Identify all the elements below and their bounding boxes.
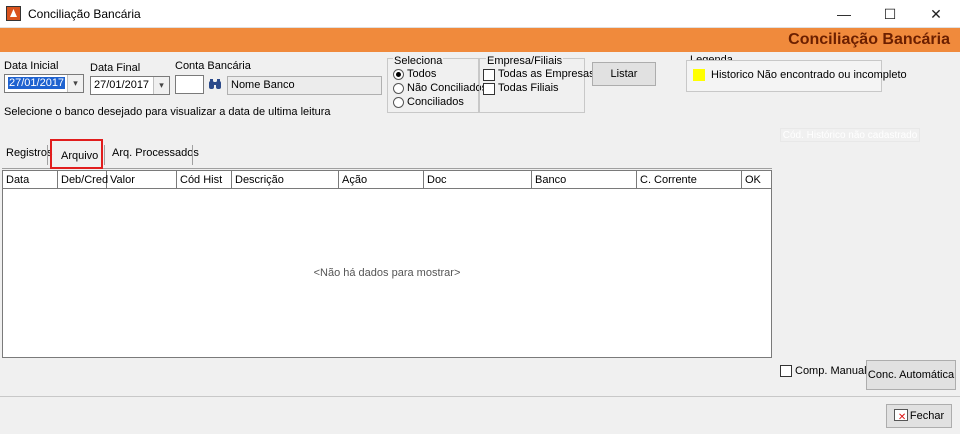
column-c-corrente[interactable]: C. Corrente: [637, 171, 742, 189]
exit-icon: [893, 407, 908, 429]
highlight-rectangle: [50, 139, 103, 169]
close-button[interactable]: ✕: [913, 0, 959, 28]
tabs-baseline: [2, 168, 772, 169]
conc-automatica-button[interactable]: Conc. Automática: [866, 360, 956, 390]
page-title: Conciliação Bancária: [788, 31, 950, 48]
data-final-value: 27/01/2017: [94, 79, 150, 91]
minimize-button[interactable]: —: [821, 0, 867, 28]
column-ok[interactable]: OK: [742, 171, 772, 189]
checkbox-todas-empresas-label: Todas as Empresas: [498, 68, 595, 80]
radio-conciliados[interactable]: [393, 97, 404, 108]
conta-bancaria-label: Conta Bancária: [175, 60, 251, 72]
radio-conciliados-label: Conciliados: [407, 96, 464, 108]
column-deb-cred[interactable]: Deb/Cred: [58, 171, 108, 189]
data-final-label: Data Final: [90, 62, 141, 74]
cod-historico-tab[interactable]: Cód. Histórico não cadastrado: [780, 128, 920, 142]
comp-manual-label: Comp. Manual: [795, 365, 867, 377]
tab-registros[interactable]: Registros: [6, 141, 52, 168]
tab-arq-processados[interactable]: Arq. Processados: [112, 141, 199, 168]
seleciona-title: Seleciona: [393, 55, 444, 67]
data-inicial-combo[interactable]: 27/01/2017 ▾: [4, 74, 84, 93]
fechar-button[interactable]: Fechar: [886, 404, 952, 429]
legenda-item: Historico Não encontrado ou incompleto: [711, 69, 907, 81]
radio-todos[interactable]: [393, 69, 404, 80]
window-title: Conciliação Bancária: [28, 7, 141, 21]
bank-hint-text: Selecione o banco desejado para visualiz…: [4, 106, 331, 118]
checkbox-comp-manual[interactable]: [780, 365, 792, 377]
radio-nao-conciliados[interactable]: [393, 83, 404, 94]
tab-separator: [192, 145, 193, 165]
legenda-box: Historico Não encontrado ou incompleto: [686, 60, 907, 92]
listar-button[interactable]: Listar: [592, 62, 656, 86]
legenda-swatch: [693, 69, 705, 81]
fechar-label: Fechar: [909, 410, 945, 422]
column-valor[interactable]: Valor: [107, 171, 177, 189]
column-banco[interactable]: Banco: [532, 171, 637, 189]
grid-header: Data Deb/Cred Valor Cód Hist Descrição A…: [3, 171, 772, 189]
data-inicial-label: Data Inicial: [4, 60, 59, 72]
conta-bancaria-input[interactable]: [175, 75, 204, 94]
radio-nao-conciliados-label: Não Conciliados: [407, 82, 488, 94]
tab-separator: [47, 145, 48, 165]
grid-empty-message: <Não há dados para mostrar>: [313, 267, 461, 279]
chevron-down-icon[interactable]: ▾: [153, 77, 169, 94]
checkbox-todas-empresas[interactable]: [483, 69, 495, 81]
records-grid[interactable]: Data Deb/Cred Valor Cód Hist Descrição A…: [2, 170, 772, 358]
checkbox-todas-filiais-label: Todas Filiais: [498, 82, 559, 94]
app-logo-icon: [6, 6, 21, 21]
column-cod-hist[interactable]: Cód Hist: [177, 171, 232, 189]
tab-separator: [104, 145, 105, 165]
data-inicial-value: 27/01/2017: [8, 77, 66, 89]
maximize-button[interactable]: ☐: [867, 0, 913, 28]
column-data[interactable]: Data: [3, 171, 58, 189]
footer-divider: [0, 396, 960, 397]
checkbox-todas-filiais[interactable]: [483, 83, 495, 95]
title-bar: Conciliação Bancária — ☐ ✕: [0, 0, 960, 28]
binoculars-icon[interactable]: [208, 78, 222, 90]
data-final-combo[interactable]: 27/01/2017 ▾: [90, 76, 170, 95]
chevron-down-icon[interactable]: ▾: [67, 75, 83, 92]
column-doc[interactable]: Doc: [424, 171, 532, 189]
empresa-filiais-title: Empresa/Filiais: [486, 55, 564, 67]
header-band: Conciliação Bancária: [0, 28, 960, 52]
column-acao[interactable]: Ação: [339, 171, 424, 189]
radio-todos-label: Todos: [407, 68, 437, 80]
nome-banco-field: Nome Banco: [227, 76, 382, 95]
column-descricao[interactable]: Descrição: [232, 171, 339, 189]
nome-banco-value: Nome Banco: [231, 79, 295, 91]
